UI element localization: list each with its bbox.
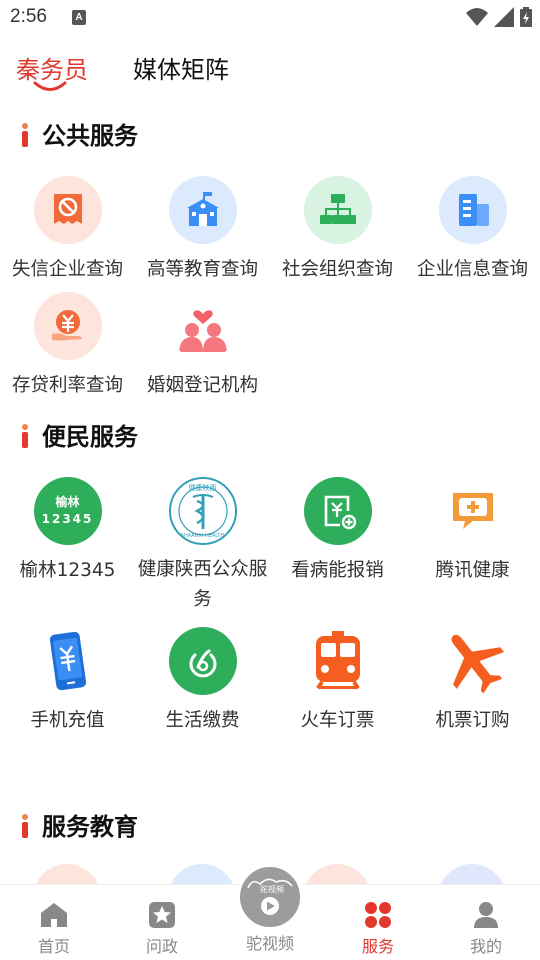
service-label: 健康陕西公众服务 xyxy=(137,559,268,610)
nav-mine[interactable]: 我的 xyxy=(432,885,540,957)
user-icon xyxy=(432,885,540,929)
section-title: 便民服务 xyxy=(42,423,138,451)
nav-service[interactable]: 服务 xyxy=(324,885,432,957)
service-label: 看病能报销 xyxy=(291,560,384,581)
status-time: 2:56 xyxy=(10,6,47,27)
nav-label: 首页 xyxy=(37,937,70,956)
top-tabs: 秦务员 媒体矩阵 xyxy=(0,50,540,100)
medical-reimburse-icon xyxy=(303,477,372,545)
phone-recharge-icon xyxy=(33,627,102,695)
life-payment-icon xyxy=(168,627,237,695)
active-tab-indicator xyxy=(33,81,67,91)
service-health-shaanxi[interactable]: 健康陕西 SHAANXI HEALTH 健康陕西公众服务 xyxy=(135,477,270,615)
service-label: 企业信息查询 xyxy=(416,259,528,280)
service-label: 存贷利率查询 xyxy=(11,375,123,396)
service-enterprise-info[interactable]: 企业信息查询 xyxy=(405,176,540,286)
wifi-icon xyxy=(466,8,488,26)
nav-label: 我的 xyxy=(469,937,502,956)
section-convenience-services: 便民服务 xyxy=(0,417,540,453)
video-badge-text: 驼视频 xyxy=(260,884,284,894)
service-label: 手机充值 xyxy=(30,710,105,731)
service-label: 榆林12345 xyxy=(19,560,116,581)
home-icon xyxy=(0,885,108,929)
service-flight-ticket[interactable]: 机票订购 xyxy=(405,627,540,737)
badge-line2: 12345 xyxy=(41,512,94,526)
health-shaanxi-icon: 健康陕西 SHAANXI HEALTH xyxy=(168,477,237,545)
tab-media-matrix[interactable]: 媒体矩阵 xyxy=(133,50,229,85)
service-label: 婚姻登记机构 xyxy=(146,375,258,396)
tencent-health-icon xyxy=(438,477,507,545)
service-deposit-loan-rate[interactable]: 存贷利率查询 xyxy=(0,292,135,402)
section-marker-icon xyxy=(22,424,28,448)
section-marker-icon xyxy=(22,814,28,838)
service-marriage-registry[interactable]: 婚姻登记机构 xyxy=(135,292,270,402)
service-label: 社会组织查询 xyxy=(281,259,393,280)
battery-icon xyxy=(520,7,532,27)
nav-home[interactable]: 首页 xyxy=(0,885,108,957)
building-icon xyxy=(438,176,507,244)
service-social-organization[interactable]: 社会组织查询 xyxy=(270,176,405,286)
service-label: 机票订购 xyxy=(435,710,510,731)
service-grid-icon xyxy=(324,885,432,929)
nav-wenzheng[interactable]: 问政 xyxy=(108,885,216,957)
yulin-12345-icon: 榆林 12345 xyxy=(33,477,102,545)
badge-line1: 健康陕西 xyxy=(188,484,217,492)
section-education-services: 服务教育 xyxy=(0,807,540,843)
school-icon xyxy=(168,176,237,244)
nav-tuo-video-button[interactable]: 驼视频 xyxy=(237,864,303,930)
service-label: 失信企业查询 xyxy=(11,259,123,280)
star-icon xyxy=(108,885,216,929)
status-bar: 2:56 A xyxy=(0,0,540,36)
service-life-payment[interactable]: 生活缴费 xyxy=(135,627,270,737)
service-label: 生活缴费 xyxy=(165,710,240,731)
badge-line2: SHAANXI HEALTH xyxy=(180,533,225,539)
nav-label: 服务 xyxy=(361,937,394,956)
service-yulin-12345[interactable]: 榆林 12345 榆林12345 xyxy=(0,477,135,587)
service-label: 腾讯健康 xyxy=(435,560,510,581)
service-train-ticket[interactable]: 火车订票 xyxy=(270,627,405,737)
nav-label: 问政 xyxy=(145,937,178,956)
service-tencent-health[interactable]: 腾讯健康 xyxy=(405,477,540,587)
dishonest-icon xyxy=(33,176,102,244)
service-phone-recharge[interactable]: 手机充值 xyxy=(0,627,135,737)
service-medical-reimburse[interactable]: 看病能报销 xyxy=(270,477,405,587)
notification-icon: A xyxy=(72,10,86,25)
service-label: 火车订票 xyxy=(300,710,375,731)
yuan-hand-icon xyxy=(33,292,102,360)
status-icons xyxy=(466,7,532,27)
train-icon xyxy=(303,627,372,695)
section-title: 服务教育 xyxy=(42,813,138,841)
section-title: 公共服务 xyxy=(42,122,138,150)
video-play-icon: 驼视频 xyxy=(247,878,293,915)
signal-icon xyxy=(494,7,514,27)
service-higher-education[interactable]: 高等教育查询 xyxy=(135,176,270,286)
nav-label[interactable]: 驼视频 xyxy=(216,930,324,954)
service-label: 高等教育查询 xyxy=(146,259,258,280)
badge-line1: 榆林 xyxy=(55,495,80,509)
service-dishonest-enterprise[interactable]: 失信企业查询 xyxy=(0,176,135,286)
org-chart-icon xyxy=(303,176,372,244)
couple-heart-icon xyxy=(168,292,237,360)
section-marker-icon xyxy=(22,123,28,147)
airplane-icon xyxy=(438,627,507,695)
section-public-services: 公共服务 xyxy=(0,116,540,152)
